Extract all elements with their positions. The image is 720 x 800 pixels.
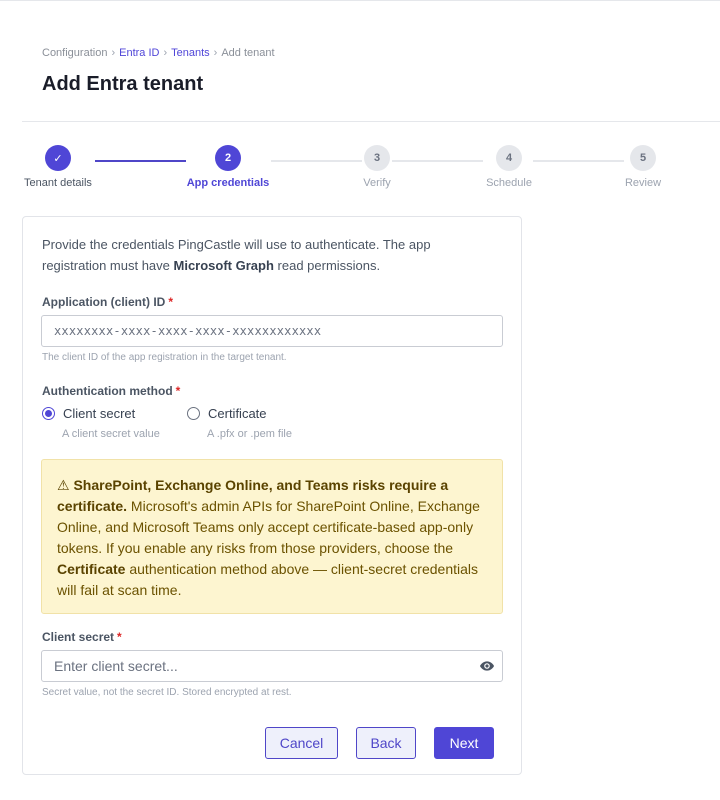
breadcrumb: Configuration › Entra ID › Tenants › Add…	[42, 47, 275, 59]
step-1-label: Tenant details	[24, 177, 92, 189]
client-id-placeholder: xxxxxxxx-xxxx-xxxx-xxxx-xxxxxxxxxxxx	[54, 324, 322, 338]
step-connector-1	[95, 160, 186, 162]
page-title: Add Entra tenant	[42, 73, 204, 95]
step-3-label: Verify	[363, 177, 391, 189]
step-connector-3	[392, 160, 483, 162]
radio-client-secret-help: A client secret value	[62, 428, 160, 440]
breadcrumb-current: Add tenant	[221, 47, 275, 59]
radio-certificate-help: A .pfx or .pem file	[207, 428, 292, 440]
radio-selected-icon[interactable]	[42, 407, 55, 420]
credentials-card: Provide the credentials PingCastle will …	[22, 216, 522, 775]
breadcrumb-separator: ›	[111, 47, 116, 59]
step-connector-2	[271, 160, 362, 162]
auth-method-label-text: Authentication method	[42, 384, 173, 398]
client-id-input[interactable]: xxxxxxxx-xxxx-xxxx-xxxx-xxxxxxxxxxxx	[41, 315, 503, 347]
client-secret-label-text: Client secret	[42, 630, 115, 644]
radio-unselected-icon[interactable]	[187, 407, 200, 420]
radio-certificate[interactable]: Certificate	[187, 406, 267, 421]
client-id-label: Application (client) ID *	[42, 295, 173, 309]
step-3-circle: 3	[364, 145, 390, 171]
step-2-label: App credentials	[186, 177, 270, 189]
step-4-label: Schedule	[486, 177, 532, 189]
radio-client-secret[interactable]: Client secret	[42, 406, 135, 421]
client-secret-input[interactable]: Enter client secret...	[41, 650, 503, 682]
step-2-circle: 2	[215, 145, 241, 171]
cancel-button[interactable]: Cancel	[265, 727, 338, 759]
client-secret-placeholder: Enter client secret...	[54, 658, 178, 674]
step-connector-4	[533, 160, 624, 162]
required-mark: *	[175, 384, 181, 398]
client-secret-help: Secret value, not the secret ID. Stored …	[42, 687, 292, 698]
breadcrumb-configuration[interactable]: Configuration	[42, 47, 107, 59]
warning-body-bold: Certificate	[57, 561, 126, 577]
intro-text: Provide the credentials PingCastle will …	[42, 234, 482, 276]
breadcrumb-separator: ›	[213, 47, 218, 59]
breadcrumb-tenants[interactable]: Tenants	[171, 47, 210, 59]
step-1-check-icon: ✓	[45, 145, 71, 171]
step-5-circle: 5	[630, 145, 656, 171]
breadcrumb-entra-id[interactable]: Entra ID	[119, 47, 159, 59]
back-button[interactable]: Back	[356, 727, 416, 759]
breadcrumb-separator: ›	[163, 47, 168, 59]
intro-text-bold: Microsoft Graph	[173, 258, 274, 273]
header-divider	[22, 121, 720, 122]
client-secret-label: Client secret *	[42, 630, 122, 644]
auth-method-label: Authentication method *	[42, 384, 180, 398]
client-id-help: The client ID of the app registration in…	[42, 352, 287, 363]
step-4-circle: 4	[496, 145, 522, 171]
required-mark: *	[117, 630, 122, 644]
intro-text-part2: read permissions.	[273, 258, 381, 273]
step-5-label: Review	[624, 177, 662, 189]
required-mark: *	[168, 295, 174, 309]
warning-icon: ⚠	[57, 477, 70, 493]
eye-icon[interactable]	[479, 658, 495, 674]
top-border	[0, 0, 720, 1]
next-button[interactable]: Next	[434, 727, 494, 759]
certificate-warning-callout: ⚠ SharePoint, Exchange Online, and Teams…	[41, 459, 503, 614]
client-id-label-text: Application (client) ID	[42, 295, 166, 309]
radio-certificate-label[interactable]: Certificate	[208, 406, 267, 421]
radio-client-secret-label[interactable]: Client secret	[63, 406, 135, 421]
